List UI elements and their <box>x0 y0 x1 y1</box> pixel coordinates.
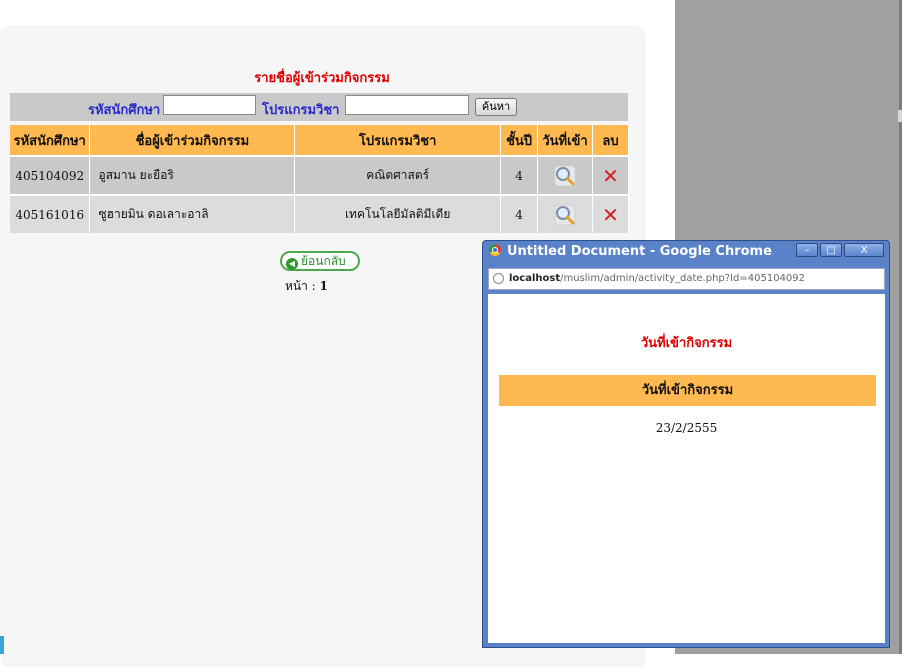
corner-accent <box>0 636 4 654</box>
program-label: โปรแกรมวิชา <box>262 103 340 118</box>
maximize-button[interactable]: □ <box>820 243 842 257</box>
header-student-id: รหัสนักศึกษา <box>10 125 91 156</box>
url-path: /muslim/admin/activity_date.php?Id=40510… <box>560 273 806 284</box>
popup-heading: วันที่เข้ากิจกรรม <box>640 336 733 351</box>
header-name: ชื่อผู้เข้าร่วมกิจกรรม <box>89 125 296 156</box>
pager-label: หน้า : <box>285 279 316 293</box>
participants-table: รหัสนักศึกษา ชื่อผู้เข้าร่วมกิจกรรม โปรแ… <box>10 125 630 233</box>
program-input[interactable] <box>345 95 469 115</box>
cell-name: ซูฮายมิน ดอเลาะอาลิ <box>89 194 296 233</box>
header-year: ชั้นปี <box>500 125 539 156</box>
cell-date-view <box>537 194 593 233</box>
address-bar[interactable]: localhost/muslim/admin/activity_date.php… <box>488 268 885 290</box>
cell-program: คณิตศาสตร์ <box>294 155 502 195</box>
cell-delete: ✕ <box>592 155 630 195</box>
popup-column-header: วันที่เข้ากิจกรรม <box>499 375 876 406</box>
delete-x-icon[interactable]: ✕ <box>602 203 619 227</box>
cell-student-id: 405161016 <box>10 194 91 233</box>
table-row: 405104092 อูสมาน ยะยือริ คณิตศาสตร์ 4 ✕ <box>10 155 630 195</box>
minimize-button[interactable]: – <box>796 243 818 257</box>
scrollbar-mark <box>898 110 902 122</box>
cell-name: อูสมาน ยะยือริ <box>89 155 296 195</box>
cell-date-view <box>537 155 593 195</box>
popup-titlebar[interactable]: Untitled Document - Google Chrome <box>489 244 772 259</box>
page-title: รายชื่อผู้เข้าร่วมกิจกรรม <box>254 71 390 86</box>
student-id-input[interactable] <box>163 95 256 115</box>
magnifier-icon[interactable] <box>553 164 577 188</box>
popup-content: วันที่เข้ากิจกรรม วันที่เข้ากิจกรรม 23/2… <box>488 294 885 643</box>
header-date: วันที่เข้า <box>537 125 593 156</box>
table-row: 405161016 ซูฮายมิน ดอเลาะอาลิ เทคโนโลยีม… <box>10 194 630 233</box>
cell-student-id: 405104092 <box>10 155 91 195</box>
back-arrow-icon: ◀ <box>286 258 298 270</box>
student-id-label: รหัสนักศึกษา <box>88 103 161 118</box>
cell-year: 4 <box>500 155 539 195</box>
close-button[interactable]: X <box>844 243 884 257</box>
delete-x-icon[interactable]: ✕ <box>602 164 619 188</box>
header-program: โปรแกรมวิชา <box>294 125 502 156</box>
popup-window: Untitled Document - Google Chrome – □ X … <box>482 240 890 648</box>
back-button[interactable]: ◀ ย้อนกลับ <box>280 251 360 271</box>
url-host: localhost <box>509 273 561 284</box>
chrome-logo-icon <box>489 244 501 256</box>
popup-window-title: Untitled Document - Google Chrome <box>507 244 772 259</box>
pager-current-page[interactable]: 1 <box>320 279 328 293</box>
page-info-icon <box>493 273 504 284</box>
search-button[interactable]: ค้นหา <box>475 98 517 116</box>
cell-delete: ✕ <box>592 194 630 233</box>
table-header-row: รหัสนักศึกษา ชื่อผู้เข้าร่วมกิจกรรม โปรแ… <box>10 125 630 156</box>
magnifier-icon[interactable] <box>553 203 577 227</box>
back-label: ย้อนกลับ <box>301 254 346 268</box>
popup-date-value: 23/2/2555 <box>655 421 718 435</box>
cell-program: เทคโนโลยีมัลติมีเดีย <box>294 194 502 233</box>
header-delete: ลบ <box>592 125 630 156</box>
pagination: หน้า : 1 <box>285 277 328 296</box>
cell-year: 4 <box>500 194 539 233</box>
